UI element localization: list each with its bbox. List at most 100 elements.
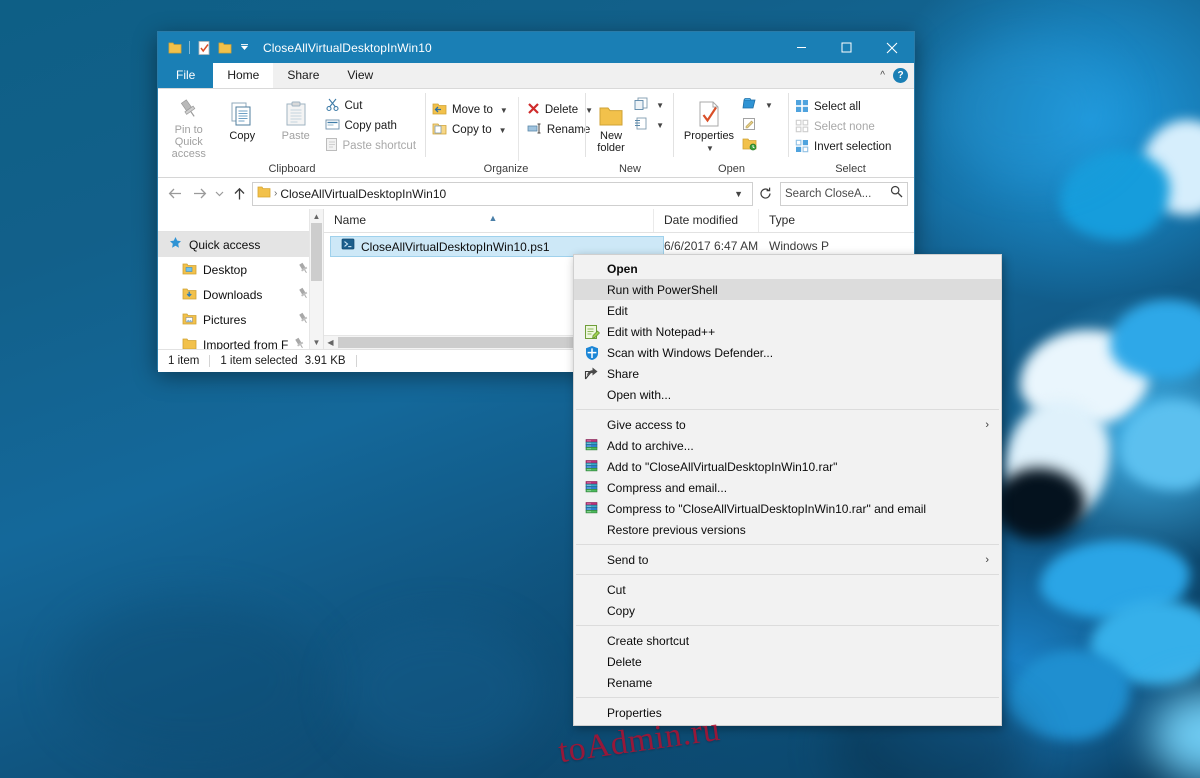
sidebar-item-desktop[interactable]: Desktop [158,257,323,282]
chevron-down-icon[interactable]: ▼ [656,121,664,130]
pin-icon[interactable] [298,287,309,302]
menu-item-compress-to-rar-and-email[interactable]: Compress to "CloseAllVirtualDesktopInWin… [574,498,1001,519]
notepadpp-icon [577,324,607,340]
search-icon[interactable] [890,185,903,203]
navpane-scrollbar[interactable]: ▲ ▼ [309,209,323,349]
tab-view[interactable]: View [333,63,388,88]
folder-icon[interactable] [216,39,233,56]
menu-item-label: Edit with Notepad++ [607,324,716,339]
maximize-icon[interactable] [824,32,869,63]
column-header-type[interactable]: Type [759,209,869,232]
chevron-down-icon[interactable]: ▼ [729,189,748,199]
paste-button[interactable]: Paste [269,93,323,157]
copy-button[interactable]: Copy [216,93,270,157]
menu-item-add-to-archive[interactable]: Add to archive... [574,435,1001,456]
new-item-button[interactable]: ▼ [632,95,670,115]
menu-item-edit-with-notepadpp[interactable]: Edit with Notepad++ [574,321,1001,342]
group-label: Open [718,163,745,175]
forward-button[interactable] [188,183,210,205]
column-header-name[interactable]: ▲ Name [324,209,654,232]
downloads-folder-icon [182,287,197,303]
menu-item-give-access-to[interactable]: Give access to › [574,414,1001,435]
menu-item-cut[interactable]: Cut [574,579,1001,600]
menu-item-restore-previous-versions[interactable]: Restore previous versions [574,519,1001,540]
menu-item-run-with-powershell[interactable]: Run with PowerShell [574,279,1001,300]
pin-to-quick-access-button[interactable]: Pin to Quick access [162,93,216,160]
quick-access-toolbar[interactable] [158,39,253,56]
menu-item-open[interactable]: Open [574,258,1001,279]
menu-item-add-to-rar[interactable]: Add to "CloseAllVirtualDesktopInWin10.ra… [574,456,1001,477]
menu-item-share[interactable]: Share [574,363,1001,384]
chevron-down-icon[interactable]: ▼ [310,335,323,349]
chevron-down-icon[interactable]: ▼ [656,101,664,110]
select-all-button[interactable]: Select all [793,97,897,117]
menu-item-properties[interactable]: Properties [574,702,1001,723]
chevron-up-icon[interactable]: ^ [880,70,885,81]
pin-icon[interactable] [294,337,305,349]
chevron-down-icon[interactable]: ▼ [500,106,508,115]
back-button[interactable] [164,183,186,205]
breadcrumb-path[interactable]: CloseAllVirtualDesktopInWin10 [280,187,446,201]
chevron-left-icon[interactable]: ◀ [324,338,337,347]
search-input[interactable]: Search CloseA... [780,181,908,206]
menu-separator [576,697,999,698]
copy-path-button[interactable]: Copy path [323,116,423,136]
menu-item-edit[interactable]: Edit [574,300,1001,321]
cut-button[interactable]: Cut [323,96,423,116]
invert-selection-button[interactable]: Invert selection [793,137,897,157]
tab-file[interactable]: File [158,63,214,88]
menu-item-scan-with-windows-defender[interactable]: Scan with Windows Defender... [574,342,1001,363]
close-icon[interactable] [869,32,914,63]
paste-icon [284,97,308,127]
menu-item-send-to[interactable]: Send to › [574,549,1001,570]
sidebar-item-downloads[interactable]: Downloads [158,282,323,307]
copy-to-button[interactable]: Copy to ▼ [430,120,514,140]
paste-shortcut-icon [325,137,338,155]
up-button[interactable] [228,183,250,205]
select-none-button[interactable]: Select none [793,117,897,137]
menu-item-label: Edit [607,303,628,318]
chevron-down-icon[interactable]: ▼ [765,101,773,110]
chevron-down-icon[interactable] [236,39,253,56]
column-label: Name [334,213,367,227]
button-label: Copy [229,130,256,142]
tab-home[interactable]: Home [213,63,274,88]
scrollbar-thumb[interactable] [311,223,322,281]
menu-item-rename[interactable]: Rename [574,672,1001,693]
refresh-button[interactable] [755,183,775,205]
column-header-date-modified[interactable]: Date modified [654,209,759,232]
sidebar-item-pictures[interactable]: Pictures [158,307,323,332]
chevron-down-icon[interactable]: ▼ [706,143,714,155]
open-button[interactable]: ▼ [740,95,779,115]
recent-locations-button[interactable] [212,183,226,205]
menu-item-copy[interactable]: Copy [574,600,1001,621]
menu-item-label: Create shortcut [607,633,690,648]
minimize-icon[interactable] [779,32,824,63]
sidebar-item-imported-from[interactable]: Imported from F [158,332,323,349]
wallpaper-bokeh [340,620,540,760]
button-label: Copy path [344,120,397,132]
sidebar-item-label: Desktop [203,262,248,277]
help-icon[interactable]: ? [893,68,908,83]
menu-item-compress-and-email[interactable]: Compress and email... [574,477,1001,498]
edit-button[interactable] [740,115,779,135]
paste-shortcut-button[interactable]: Paste shortcut [323,136,423,156]
invert-selection-icon [795,139,809,156]
breadcrumb[interactable]: › CloseAllVirtualDesktopInWin10 ▼ [252,181,753,206]
move-to-button[interactable]: Move to ▼ [430,100,514,120]
sidebar-item-quick-access[interactable]: Quick access [158,232,323,257]
properties-button[interactable]: Properties ▼ [678,93,740,157]
folder-icon[interactable] [166,39,183,56]
pin-icon[interactable] [298,262,309,277]
easy-access-button[interactable]: ▼ [632,115,670,135]
new-folder-button[interactable]: New folder [590,93,632,157]
menu-item-create-shortcut[interactable]: Create shortcut [574,630,1001,651]
chevron-down-icon[interactable]: ▼ [499,126,507,135]
tab-share[interactable]: Share [273,63,334,88]
pin-icon[interactable] [298,312,309,327]
menu-item-open-with[interactable]: Open with... [574,384,1001,405]
properties-icon[interactable] [196,39,213,56]
chevron-up-icon[interactable]: ▲ [310,209,323,223]
menu-item-delete[interactable]: Delete [574,651,1001,672]
history-button[interactable] [740,135,779,155]
